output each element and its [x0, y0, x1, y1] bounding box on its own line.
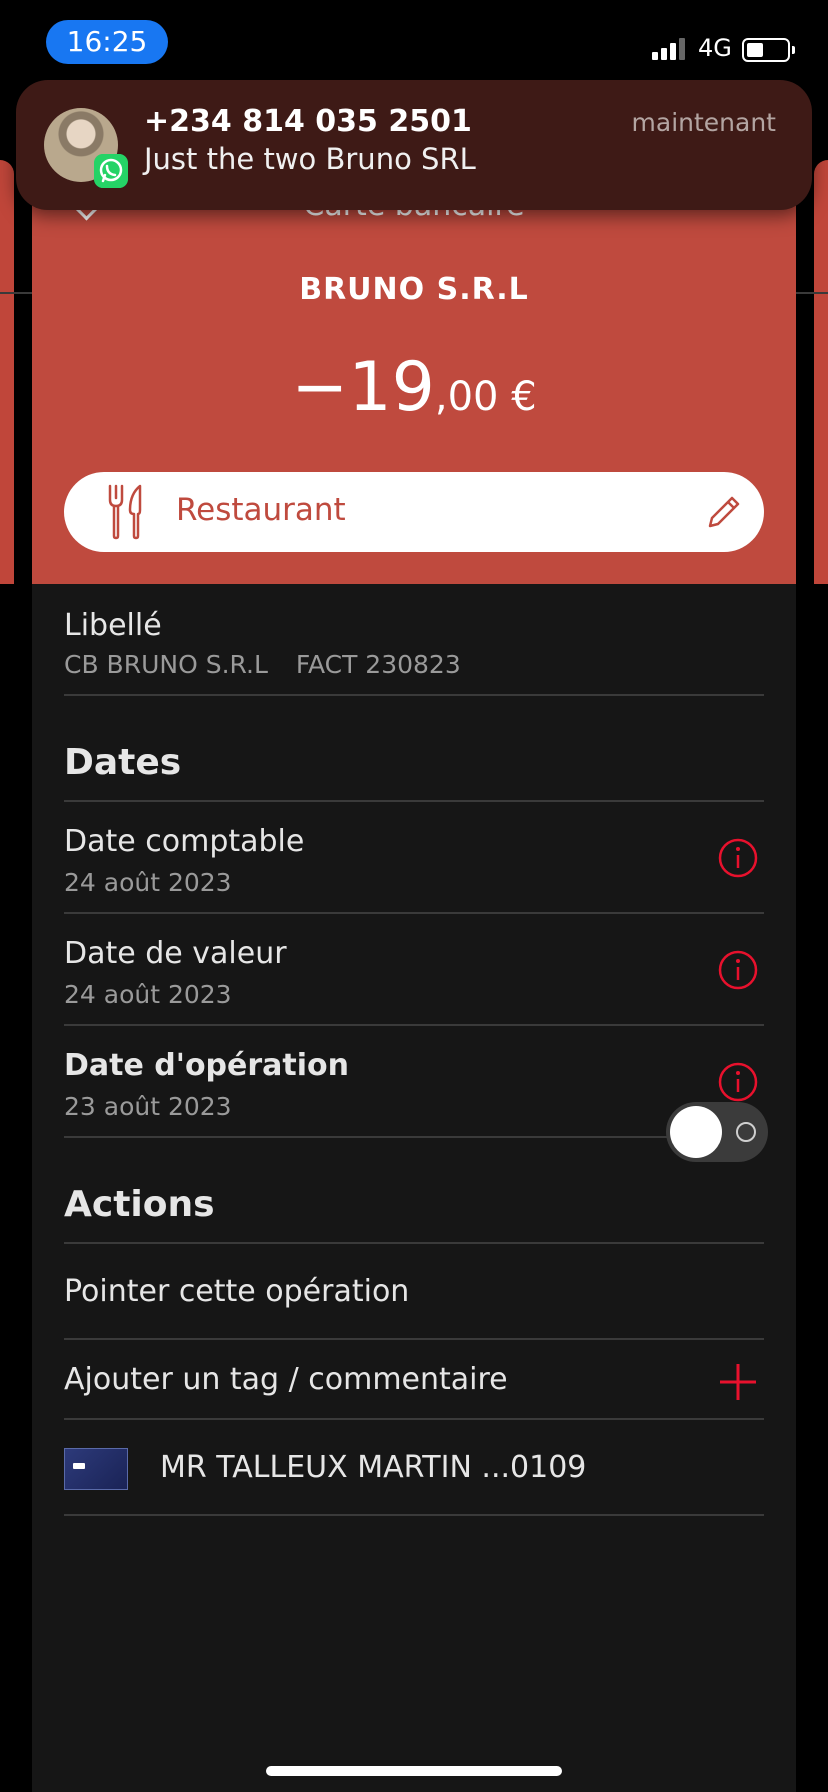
divider: [64, 1024, 764, 1026]
date-valeur-value: 24 août 2023: [64, 980, 232, 1009]
divider: [64, 912, 764, 914]
libelle-value: CB BRUNO S.R.L FACT 230823: [64, 650, 489, 679]
card-chip: [73, 1463, 85, 1469]
toggle-knob: [670, 1106, 722, 1158]
divider: [64, 1418, 764, 1420]
notification-message: Just the two Bruno SRL: [144, 142, 476, 176]
divider: [64, 694, 764, 696]
date-operation-value: 23 août 2023: [64, 1092, 232, 1121]
divider: [0, 292, 32, 294]
battery-icon: [742, 38, 795, 62]
date-valeur-label: Date de valeur: [64, 936, 287, 971]
libelle-label: Libellé: [64, 608, 162, 643]
divider: [64, 1514, 764, 1516]
amount-main: −19: [291, 348, 435, 427]
info-icon[interactable]: [718, 950, 758, 990]
notification-banner[interactable]: +234 814 035 2501 Just the two Bruno SRL…: [16, 80, 812, 210]
previous-card-peek[interactable]: [0, 160, 14, 584]
plus-icon[interactable]: [718, 1362, 758, 1402]
category-button[interactable]: Restaurant: [64, 472, 764, 552]
transaction-detail-card: Carte bancaire BRUNO S.R.L −19,00 € Rest…: [32, 160, 796, 1792]
divider: [64, 1338, 764, 1340]
toggle-off-indicator: [736, 1122, 756, 1142]
date-comptable-value: 24 août 2023: [64, 868, 232, 897]
cutlery-icon: [108, 484, 142, 540]
divider: [796, 292, 828, 294]
screen: Carte bancaire BRUNO S.R.L −19,00 € Rest…: [0, 0, 828, 1792]
divider: [64, 800, 764, 802]
pointer-operation-label: Pointer cette opération: [64, 1274, 410, 1309]
pencil-icon[interactable]: [704, 492, 744, 532]
notification-time: maintenant: [631, 108, 776, 137]
whatsapp-icon: [94, 154, 128, 188]
next-card-peek[interactable]: [814, 160, 828, 584]
merchant-name: BRUNO S.R.L: [299, 272, 529, 307]
actions-section-title: Actions: [64, 1184, 215, 1225]
battery-nub: [792, 46, 795, 54]
dates-section-title: Dates: [64, 742, 182, 783]
transaction-amount: −19,00 €: [32, 348, 796, 427]
card-holder-label: MR TALLEUX MARTIN ...0109: [160, 1450, 587, 1485]
network-type: 4G: [698, 34, 732, 62]
info-icon[interactable]: [718, 838, 758, 878]
libelle-part: FACT 230823: [295, 650, 461, 679]
category-label: Restaurant: [176, 492, 346, 528]
status-time[interactable]: 16:25: [46, 20, 168, 64]
home-indicator[interactable]: [266, 1766, 562, 1776]
libelle-part: CB BRUNO S.R.L: [64, 650, 268, 679]
divider: [64, 1136, 764, 1138]
transaction-header: Carte bancaire BRUNO S.R.L −19,00 € Rest…: [32, 160, 796, 584]
date-comptable-label: Date comptable: [64, 824, 305, 859]
battery-level: [747, 43, 763, 57]
info-icon[interactable]: [718, 1062, 758, 1102]
notification-title: +234 814 035 2501: [144, 104, 472, 139]
divider: [64, 1242, 764, 1244]
add-tag-label[interactable]: Ajouter un tag / commentaire: [64, 1362, 508, 1397]
pointer-toggle[interactable]: [666, 1102, 768, 1162]
bank-card-icon: [64, 1448, 128, 1490]
date-operation-label: Date d'opération: [64, 1048, 349, 1083]
amount-cents: ,00 €: [434, 374, 537, 420]
signal-icon: [652, 38, 685, 60]
